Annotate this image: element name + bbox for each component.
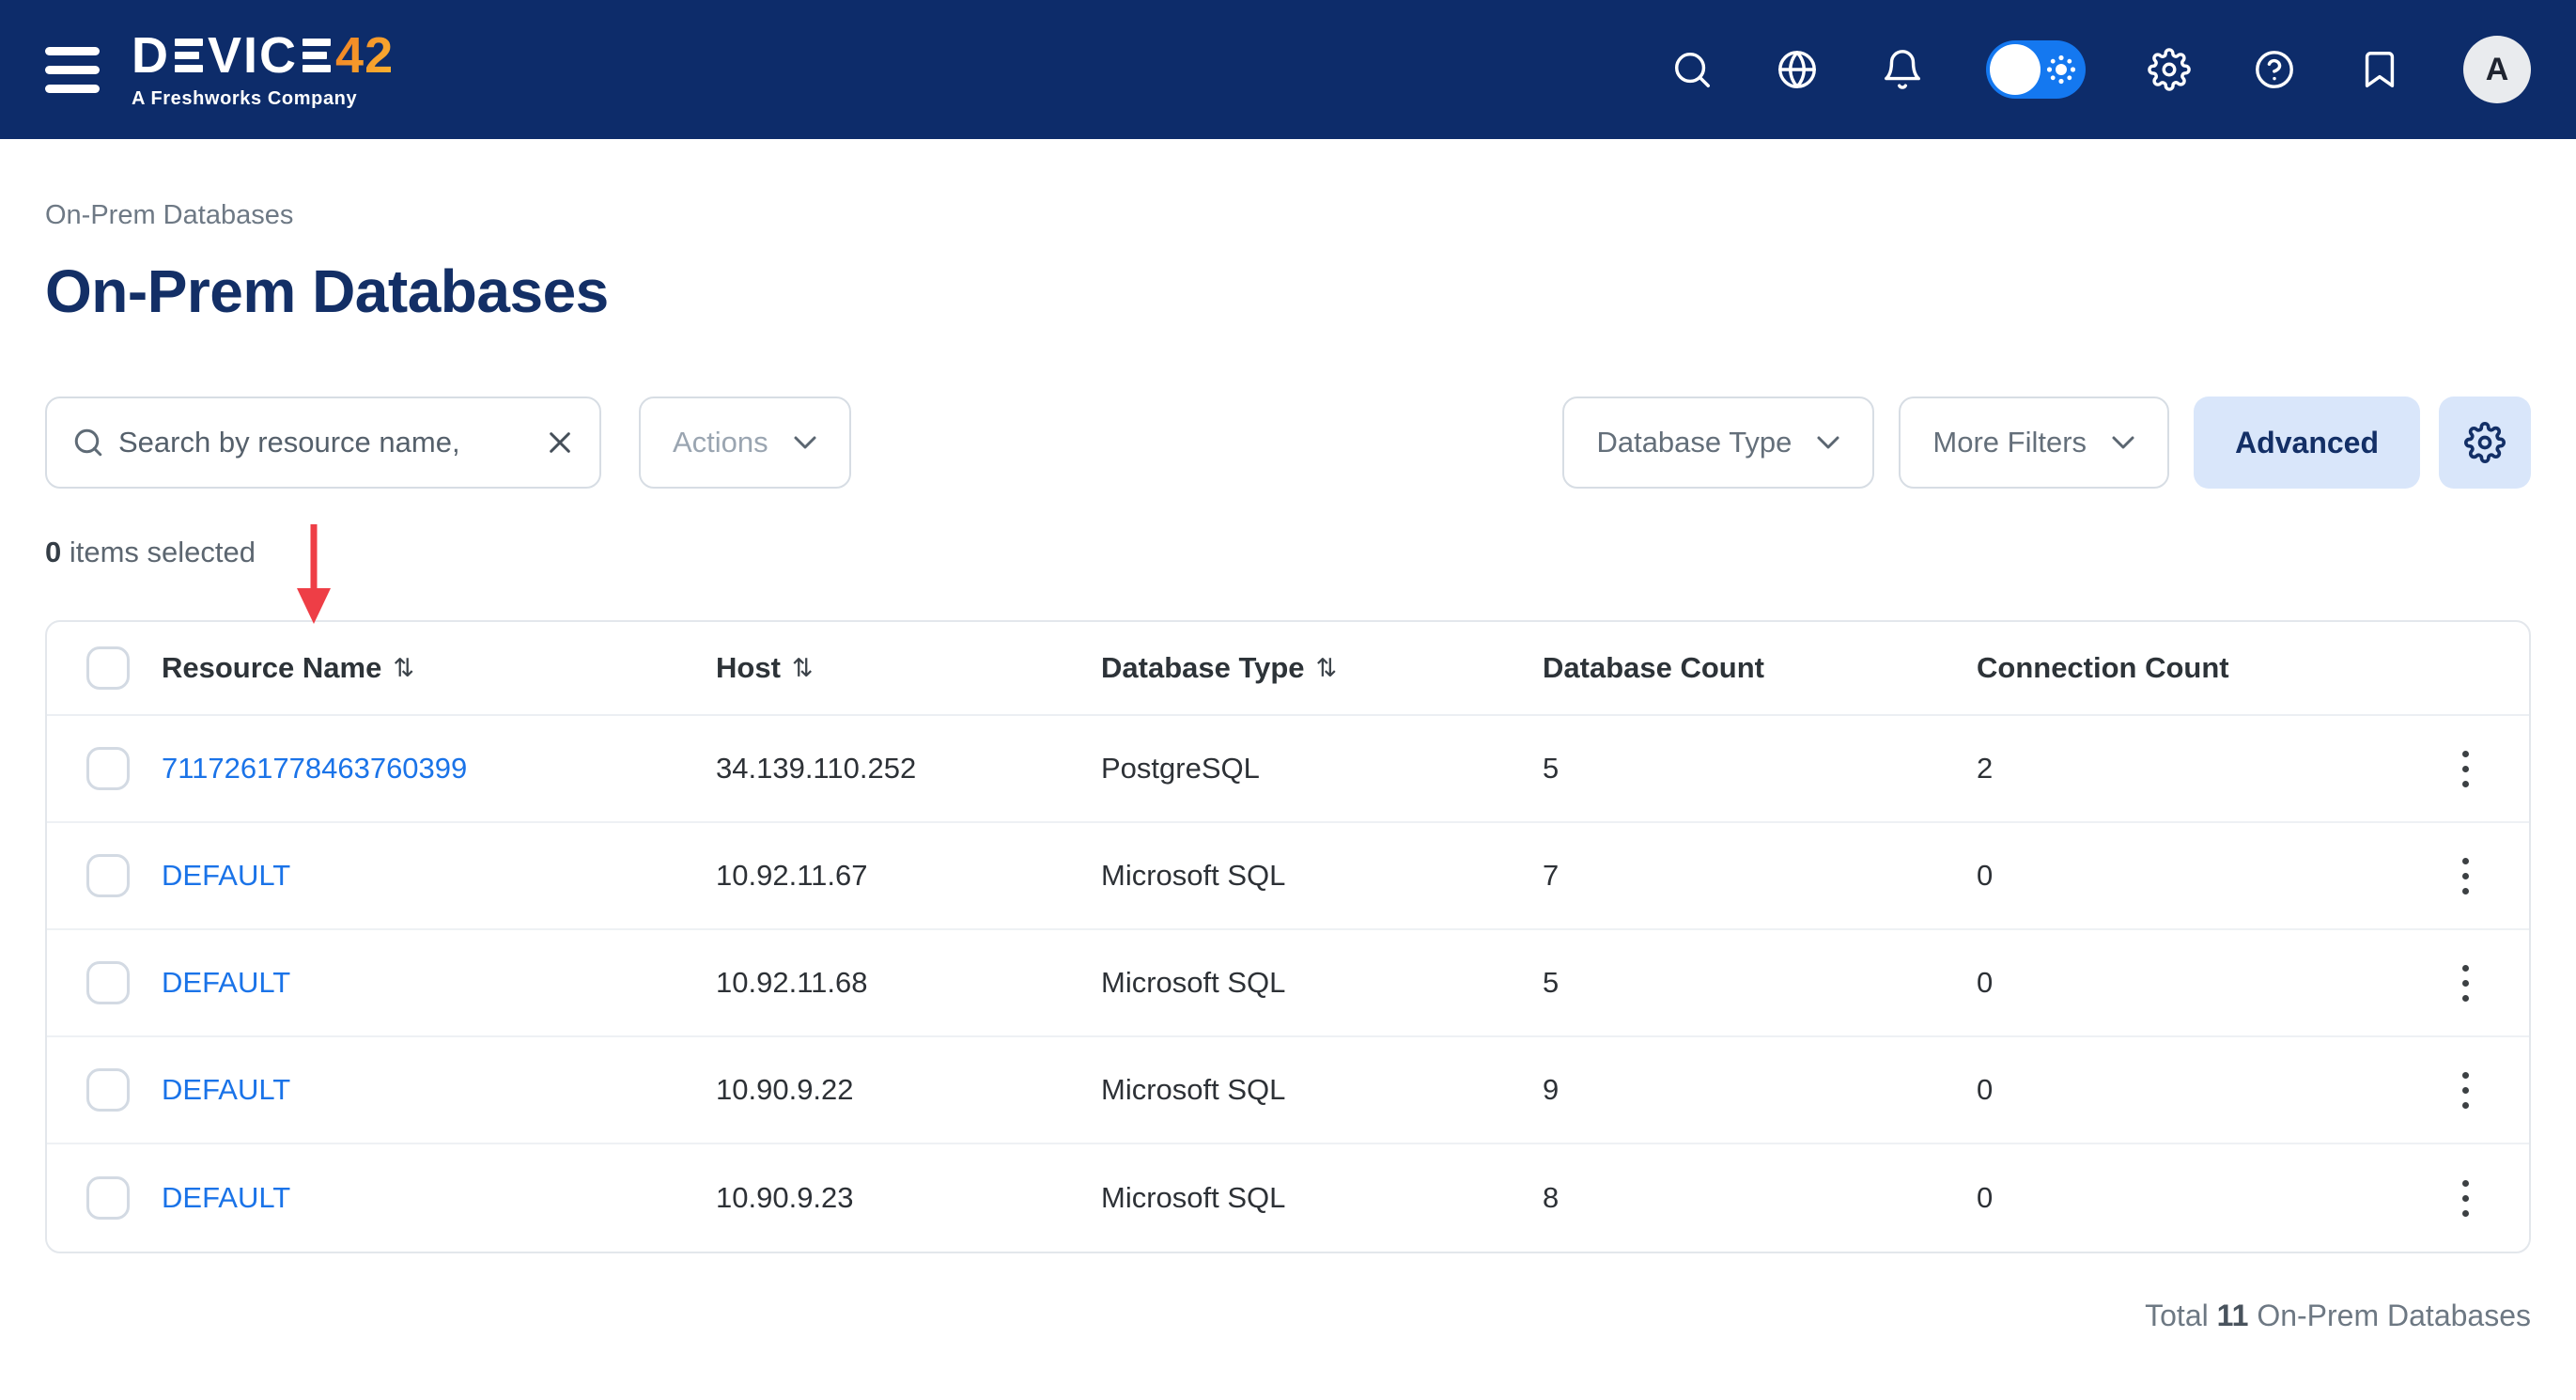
row-actions-kebab-menu[interactable] (2437, 745, 2493, 793)
chevron-down-icon (2111, 435, 2135, 450)
row-actions-kebab-menu[interactable] (2437, 959, 2493, 1007)
sort-icon[interactable]: ⇅ (393, 654, 414, 683)
sun-icon (2046, 54, 2076, 85)
actions-label: Actions (673, 426, 768, 459)
toggle-knob (1990, 44, 2041, 95)
connection-count-cell: 2 (1977, 752, 2416, 786)
connection-count-cell: 0 (1977, 1073, 2416, 1107)
top-navbar: D VIC 42 A Freshworks Company (0, 0, 2576, 139)
databases-table: Resource Name ⇅ Host ⇅ Database Type ⇅ D… (45, 620, 2531, 1253)
host-cell: 10.92.11.67 (716, 859, 1101, 893)
database-type-label: Database Type (1596, 426, 1792, 459)
selection-label: items selected (61, 536, 256, 568)
logo-e-bars-icon (175, 39, 203, 72)
select-all-checkbox[interactable] (86, 646, 130, 690)
logo-number-42: 42 (335, 30, 394, 81)
connection-count-cell: 0 (1977, 859, 2416, 893)
table-header-row: Resource Name ⇅ Host ⇅ Database Type ⇅ D… (47, 622, 2529, 716)
breadcrumb[interactable]: On-Prem Databases (45, 199, 2531, 231)
row-checkbox[interactable] (86, 747, 130, 790)
resource-name-link[interactable]: 7117261778463760399 (162, 752, 467, 785)
row-checkbox[interactable] (86, 1068, 130, 1112)
resource-name-link[interactable]: DEFAULT (162, 966, 290, 999)
globe-icon[interactable] (1776, 48, 1819, 91)
table-row: DEFAULT 10.92.11.67 Microsoft SQL 7 0 (47, 823, 2529, 930)
user-avatar[interactable]: A (2463, 36, 2531, 103)
settings-gear-icon[interactable] (2148, 48, 2191, 91)
row-actions-kebab-menu[interactable] (2437, 1174, 2493, 1222)
resource-name-link[interactable]: DEFAULT (162, 859, 290, 892)
main-content: On-Prem Databases On-Prem Databases Acti… (0, 139, 2576, 1333)
row-checkbox[interactable] (86, 1176, 130, 1220)
host-cell: 34.139.110.252 (716, 752, 1101, 786)
theme-toggle-switch[interactable] (1986, 40, 2086, 99)
table-row: 7117261778463760399 34.139.110.252 Postg… (47, 716, 2529, 823)
row-checkbox[interactable] (86, 854, 130, 897)
search-icon[interactable] (1670, 48, 1714, 91)
logo-letter-d: D (132, 30, 170, 81)
database-type-cell: Microsoft SQL (1101, 859, 1543, 893)
row-actions-kebab-menu[interactable] (2437, 852, 2493, 900)
selection-count: 0 (45, 536, 61, 568)
device42-logo[interactable]: D VIC 42 A Freshworks Company (132, 30, 394, 110)
logo-subtitle: A Freshworks Company (132, 88, 394, 110)
more-filters-label: More Filters (1932, 426, 2087, 459)
host-cell: 10.90.9.23 (716, 1181, 1101, 1215)
table-body: 7117261778463760399 34.139.110.252 Postg… (47, 716, 2529, 1252)
page-title: On-Prem Databases (45, 254, 2531, 329)
resource-name-link[interactable]: DEFAULT (162, 1181, 290, 1214)
help-icon[interactable] (2253, 48, 2296, 91)
search-icon (71, 426, 105, 459)
database-type-cell: PostgreSQL (1101, 752, 1543, 786)
host-cell: 10.90.9.22 (716, 1073, 1101, 1107)
search-box (45, 397, 601, 489)
host-cell: 10.92.11.68 (716, 966, 1101, 1000)
chevron-down-icon (793, 435, 817, 450)
gear-icon (2464, 422, 2506, 463)
database-count-cell: 5 (1543, 752, 1977, 786)
table-total: Total 11 On-Prem Databases (45, 1299, 2531, 1333)
database-type-cell: Microsoft SQL (1101, 1073, 1543, 1107)
database-type-cell: Microsoft SQL (1101, 966, 1543, 1000)
column-header-host[interactable]: Host ⇅ (716, 651, 1101, 685)
total-count: 11 (2217, 1299, 2249, 1332)
table-row: DEFAULT 10.92.11.68 Microsoft SQL 5 0 (47, 930, 2529, 1037)
sort-icon[interactable]: ⇅ (1316, 654, 1338, 683)
notifications-bell-icon[interactable] (1881, 48, 1924, 91)
logo-letters-vic: VIC (208, 30, 298, 81)
resource-name-link[interactable]: DEFAULT (162, 1073, 290, 1106)
actions-dropdown[interactable]: Actions (639, 397, 851, 489)
database-type-dropdown[interactable]: Database Type (1562, 397, 1874, 489)
connection-count-cell: 0 (1977, 1181, 2416, 1215)
search-input[interactable] (118, 426, 532, 459)
column-header-database-count: Database Count (1543, 651, 1977, 685)
column-header-connection-count: Connection Count (1977, 651, 2416, 685)
database-count-cell: 5 (1543, 966, 1977, 1000)
chevron-down-icon (1816, 435, 1840, 450)
database-type-cell: Microsoft SQL (1101, 1181, 1543, 1215)
table-settings-button[interactable] (2439, 397, 2531, 489)
selection-status: 0 items selected (45, 534, 2531, 571)
hamburger-menu-icon[interactable] (45, 47, 100, 93)
connection-count-cell: 0 (1977, 966, 2416, 1000)
database-count-cell: 8 (1543, 1181, 1977, 1215)
annotation-arrow-icon (293, 522, 334, 626)
logo-e-bars-icon (303, 39, 331, 72)
sort-icon[interactable]: ⇅ (792, 654, 814, 683)
clear-search-icon[interactable] (545, 428, 575, 458)
advanced-button[interactable]: Advanced (2194, 397, 2420, 489)
column-header-database-type[interactable]: Database Type ⇅ (1101, 651, 1543, 685)
table-row: DEFAULT 10.90.9.22 Microsoft SQL 9 0 (47, 1037, 2529, 1144)
column-header-resource-name[interactable]: Resource Name ⇅ (162, 651, 716, 685)
row-checkbox[interactable] (86, 961, 130, 1004)
row-actions-kebab-menu[interactable] (2437, 1066, 2493, 1114)
database-count-cell: 9 (1543, 1073, 1977, 1107)
database-count-cell: 7 (1543, 859, 1977, 893)
bookmark-icon[interactable] (2358, 48, 2401, 91)
more-filters-dropdown[interactable]: More Filters (1899, 397, 2169, 489)
table-row: DEFAULT 10.90.9.23 Microsoft SQL 8 0 (47, 1144, 2529, 1252)
toolbar: Actions Database Type More Filters Advan… (45, 397, 2531, 489)
